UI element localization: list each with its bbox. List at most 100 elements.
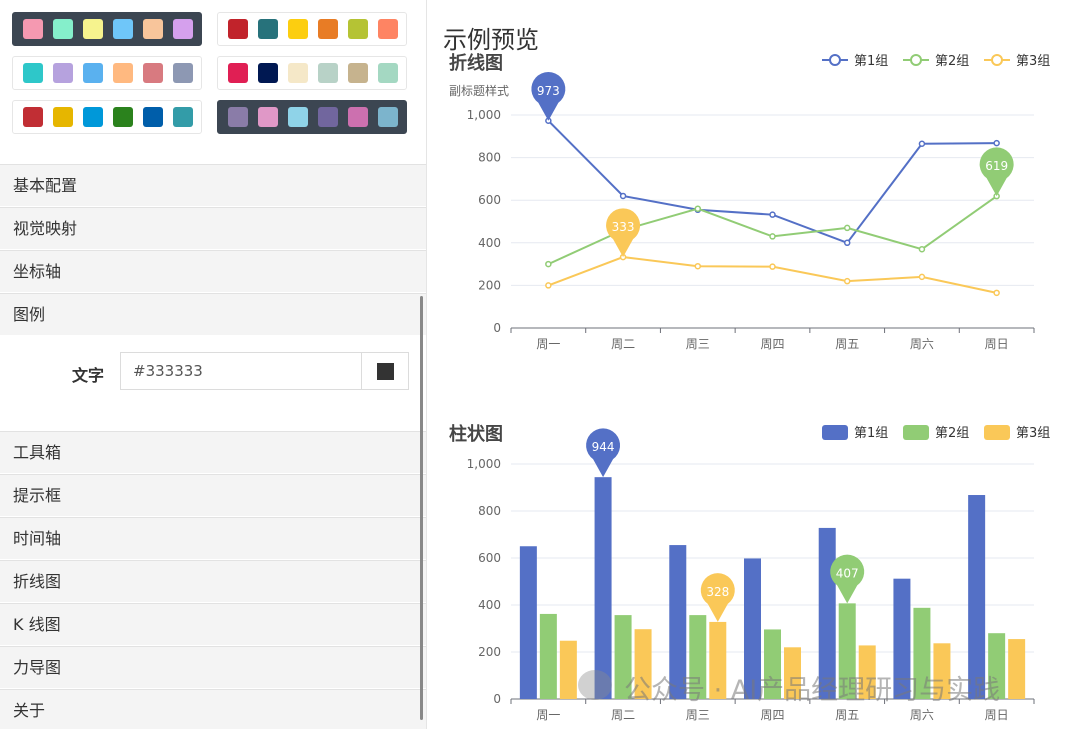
data-point <box>769 233 776 240</box>
color-swatch <box>83 107 103 127</box>
color-swatch <box>83 19 103 39</box>
theme-option-6[interactable] <box>217 100 407 134</box>
bar <box>539 613 557 699</box>
color-swatch <box>288 19 308 39</box>
color-swatch <box>348 63 368 83</box>
legend-item[interactable]: 第1组 <box>822 425 888 441</box>
color-swatch <box>113 19 133 39</box>
data-point <box>694 205 702 212</box>
chart-title: 柱状图 <box>449 423 503 445</box>
legend-symbol <box>903 425 929 440</box>
legend-symbol <box>984 425 1010 440</box>
theme-option-1[interactable] <box>12 12 202 46</box>
color-swatch <box>23 107 43 127</box>
value-marker-pin: 333 <box>606 208 641 258</box>
color-swatch <box>53 63 73 83</box>
y-tick-label: 600 <box>478 193 501 207</box>
menu-item-10[interactable]: 力导图 <box>0 646 426 688</box>
data-point <box>993 139 1000 147</box>
color-swatch <box>348 107 368 127</box>
legend-text-color-input[interactable]: #333333 <box>120 352 362 390</box>
menu-item-5[interactable]: 工具箱 <box>0 431 426 473</box>
y-tick-label: 1,000 <box>467 457 501 471</box>
marker-pin-label: 328 <box>706 585 729 599</box>
menu-item-7[interactable]: 时间轴 <box>0 517 426 559</box>
color-swatch <box>318 19 338 39</box>
chart-title: 折线图 <box>449 52 503 74</box>
sidebar-scrollbar[interactable] <box>420 296 423 720</box>
menu-item-6[interactable]: 提示框 <box>0 474 426 516</box>
data-point <box>993 289 1000 297</box>
marker-pin-label: 944 <box>592 440 615 454</box>
x-tick-label: 周五 <box>835 337 859 351</box>
color-swatch <box>143 63 163 83</box>
x-tick-label: 周日 <box>985 708 1009 722</box>
bar <box>1008 639 1026 699</box>
menu-item-9[interactable]: K 线图 <box>0 603 426 645</box>
value-marker-pin: 944 <box>586 428 621 478</box>
data-point <box>843 239 851 247</box>
color-swatch <box>228 107 248 127</box>
color-swatch <box>378 19 398 39</box>
x-tick-label: 周一 <box>536 337 560 351</box>
data-point <box>918 140 926 148</box>
color-swatch <box>173 107 193 127</box>
legend-label: 第3组 <box>1016 426 1050 441</box>
x-tick-label: 周六 <box>910 708 934 722</box>
marker-pin-label: 973 <box>537 84 560 98</box>
value-marker-pin: 973 <box>531 72 566 121</box>
legend-item[interactable]: 第1组 <box>822 54 888 69</box>
color-swatch <box>378 107 398 127</box>
y-tick-label: 400 <box>478 236 501 250</box>
x-tick-label: 周二 <box>611 708 635 722</box>
legend-item[interactable]: 第2组 <box>903 54 969 69</box>
legend-label: 第1组 <box>854 426 888 441</box>
bar <box>559 640 577 699</box>
color-swatch <box>23 63 43 83</box>
data-point <box>843 277 851 285</box>
color-swatch <box>83 63 103 83</box>
legend-item[interactable]: 第3组 <box>984 54 1050 69</box>
x-tick-label: 周一 <box>536 708 560 722</box>
settings-sidebar: 基本配置 视觉映射 坐标轴 图例 工具箱 提示框 时间轴 折线图 K 线图 力导图 关于 文字 #333… <box>0 0 427 729</box>
data-point <box>918 245 926 253</box>
x-tick-label: 周四 <box>760 708 784 722</box>
color-swatch <box>288 107 308 127</box>
theme-option-5[interactable] <box>12 100 202 134</box>
y-tick-label: 400 <box>478 598 501 612</box>
x-tick-label: 周四 <box>760 337 784 351</box>
menu-item-11[interactable]: 关于 <box>0 689 426 729</box>
theme-option-4[interactable] <box>217 56 407 90</box>
legend-label: 第1组 <box>854 54 888 69</box>
color-picker-button[interactable] <box>362 352 409 390</box>
x-tick-label: 周日 <box>985 337 1009 351</box>
theme-option-3[interactable] <box>12 56 202 90</box>
menu-item-2[interactable]: 视觉映射 <box>0 207 426 249</box>
marker-pin-label: 407 <box>836 566 859 580</box>
chart-subtitle: 副标题样式 <box>449 83 509 98</box>
x-tick-label: 周五 <box>835 708 859 722</box>
legend-item[interactable]: 第3组 <box>984 425 1050 441</box>
color-swatch <box>53 107 73 127</box>
data-point <box>694 262 702 270</box>
color-swatch <box>113 107 133 127</box>
menu-item-4[interactable]: 图例 <box>0 293 426 335</box>
y-tick-label: 0 <box>493 321 501 335</box>
data-point <box>545 260 552 268</box>
color-swatch <box>113 63 133 83</box>
color-swatch <box>228 19 248 39</box>
color-swatch <box>173 19 193 39</box>
y-tick-label: 1,000 <box>467 108 501 122</box>
color-swatch <box>143 107 163 127</box>
x-tick-label: 周三 <box>686 708 710 722</box>
color-swatch <box>23 19 43 39</box>
line-chart: 折线图副标题样式 第1组 第2组 第3组 0 200 400 600 800 1,000 周一 周二 周… <box>449 52 1050 351</box>
legend-symbol <box>822 425 848 440</box>
data-point <box>769 263 776 270</box>
legend-item[interactable]: 第2组 <box>903 425 969 441</box>
theme-option-2[interactable] <box>217 12 407 46</box>
menu-item-3[interactable]: 坐标轴 <box>0 250 426 292</box>
color-swatch <box>53 19 73 39</box>
menu-item-8[interactable]: 折线图 <box>0 560 426 602</box>
menu-item-1[interactable]: 基本配置 <box>0 164 426 206</box>
